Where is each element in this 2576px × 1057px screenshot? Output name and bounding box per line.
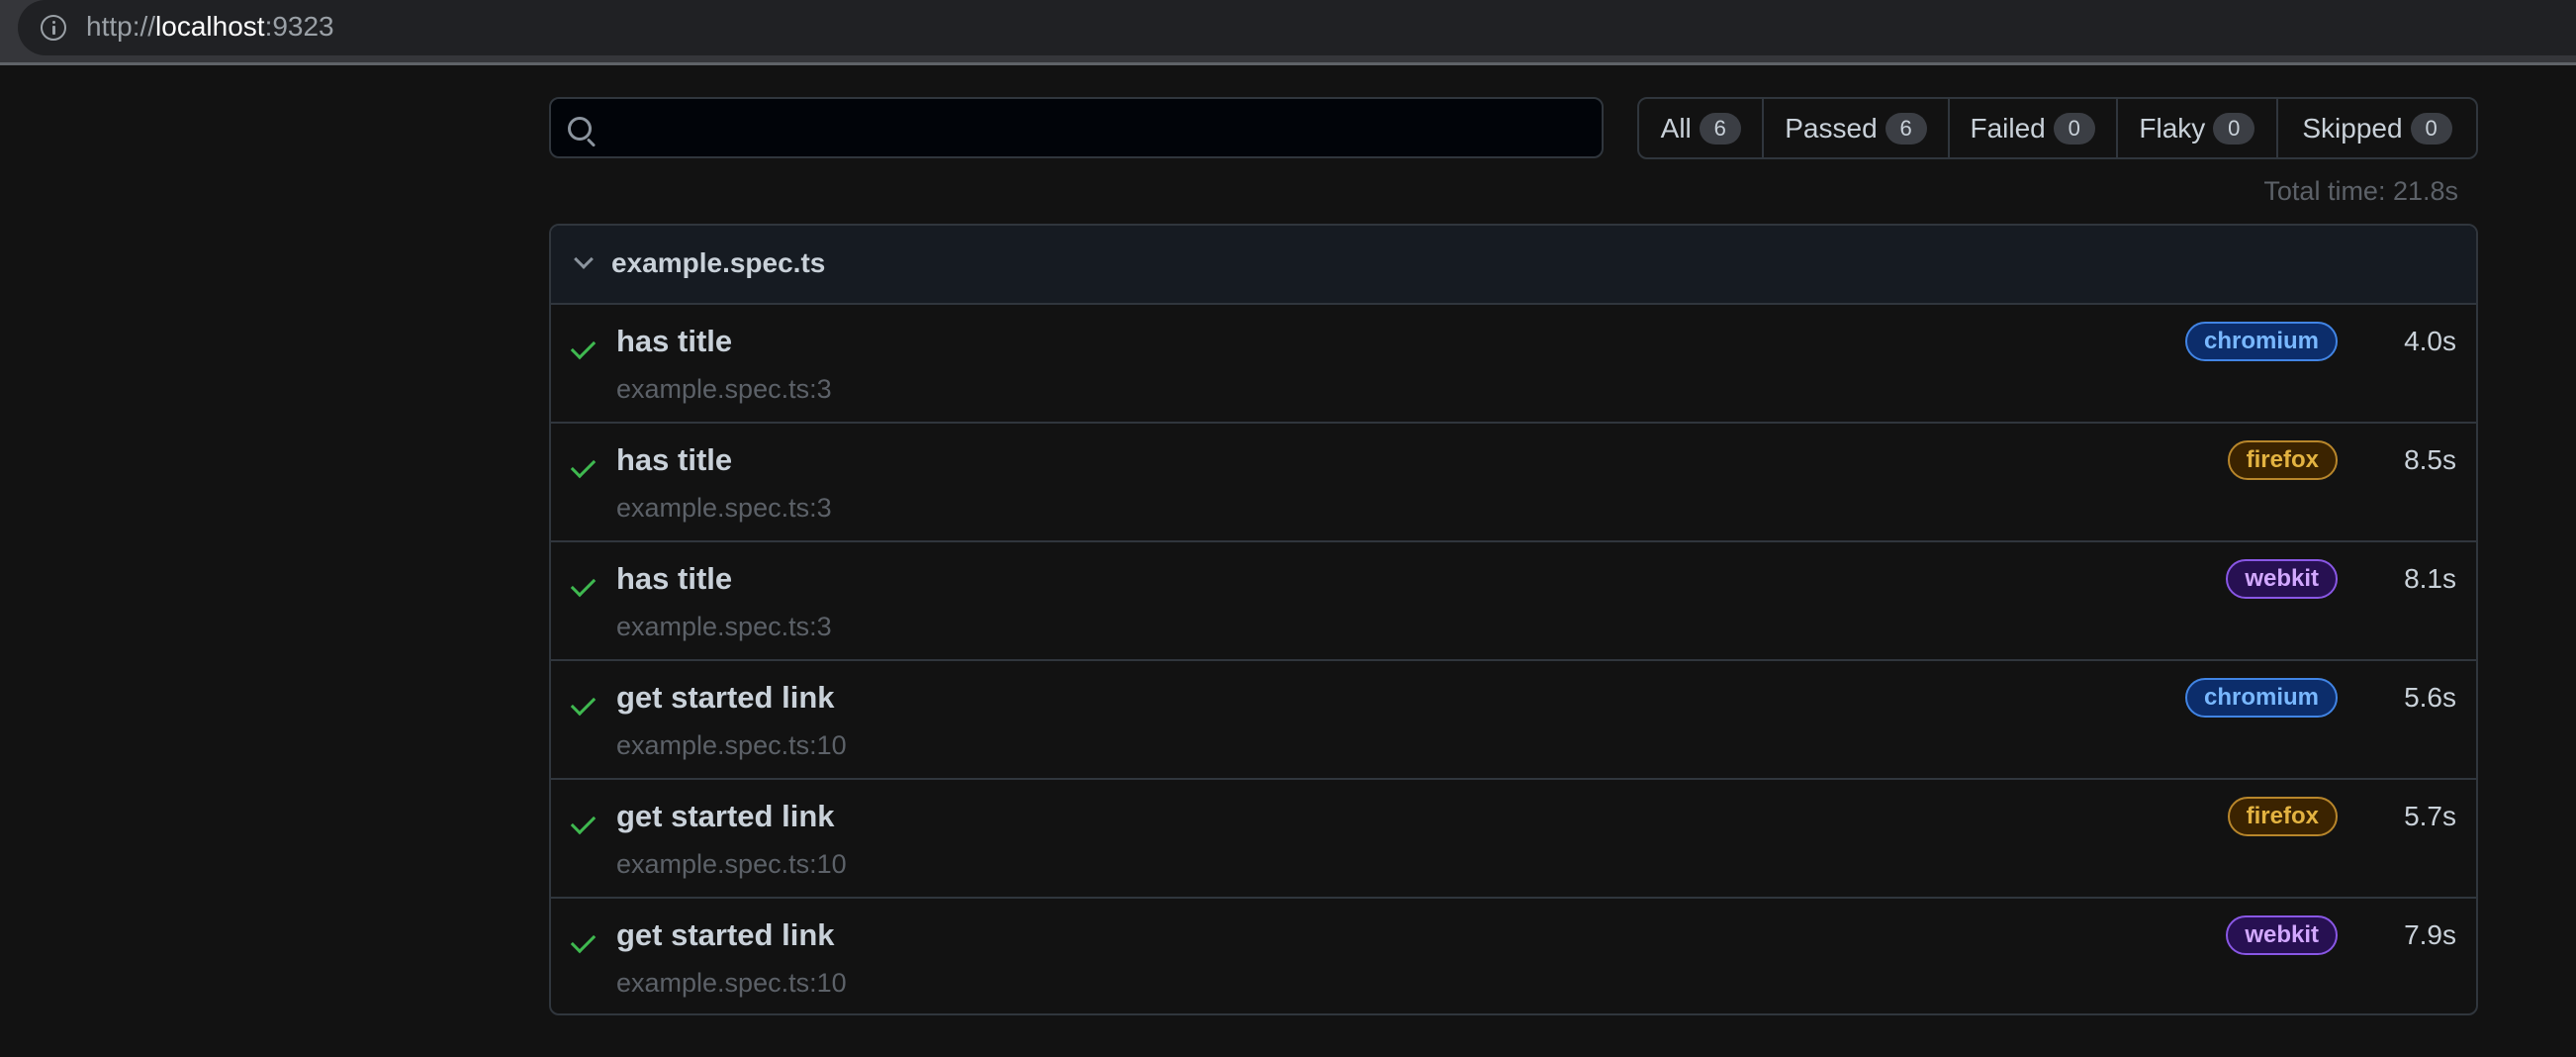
check-icon: [570, 809, 597, 835]
filter-label: Flaky: [2139, 112, 2206, 144]
test-duration: 4.0s: [2404, 326, 2456, 356]
filter-failed[interactable]: Failed 0: [1950, 99, 2118, 157]
test-row[interactable]: has title example.spec.ts:3 webkit 8.1s: [551, 542, 2476, 661]
test-location: example.spec.ts:10: [616, 849, 847, 879]
browser-chrome: http://localhost:9323: [0, 0, 2576, 65]
test-duration: 5.7s: [2404, 801, 2456, 831]
test-title[interactable]: has title: [616, 322, 732, 361]
project-badge[interactable]: webkit: [2226, 915, 2338, 955]
check-icon: [570, 690, 597, 717]
test-title[interactable]: has title: [616, 440, 732, 480]
test-location: example.spec.ts:3: [616, 493, 832, 523]
filter-count: 0: [2410, 112, 2452, 144]
test-title[interactable]: get started link: [616, 678, 835, 718]
chevron-down-icon[interactable]: [574, 249, 594, 269]
test-duration: 7.9s: [2404, 919, 2456, 950]
test-location: example.spec.ts:10: [616, 968, 847, 998]
filter-all[interactable]: All 6: [1639, 99, 1765, 157]
check-icon: [570, 927, 597, 954]
test-location: example.spec.ts:3: [616, 374, 832, 404]
test-row[interactable]: get started link example.spec.ts:10 chro…: [551, 661, 2476, 780]
filter-count: 6: [1699, 112, 1741, 144]
file-name: example.spec.ts: [611, 247, 826, 278]
file-group: example.spec.ts has title example.spec.t…: [549, 224, 2478, 1015]
test-title[interactable]: has title: [616, 559, 732, 599]
url-host: localhost: [155, 11, 265, 42]
filter-label: All: [1660, 112, 1692, 144]
filter-label: Failed: [1970, 112, 2046, 144]
chrome-divider: [0, 62, 2576, 65]
test-row[interactable]: has title example.spec.ts:3 firefox 8.5s: [551, 424, 2476, 542]
test-row[interactable]: get started link example.spec.ts:10 fire…: [551, 780, 2476, 899]
test-title[interactable]: get started link: [616, 797, 835, 836]
project-badge[interactable]: firefox: [2227, 797, 2338, 836]
search-box[interactable]: [549, 97, 1604, 158]
check-icon: [570, 334, 597, 360]
total-time: Total time: 21.8s: [2263, 176, 2458, 206]
test-duration: 8.5s: [2404, 444, 2456, 475]
filter-skipped[interactable]: Skipped 0: [2278, 99, 2476, 157]
test-row[interactable]: get started link example.spec.ts:10 webk…: [551, 899, 2476, 1013]
url-text[interactable]: http://localhost:9323: [86, 10, 334, 44]
search-icon: [568, 117, 592, 141]
filter-label: Passed: [1785, 112, 1878, 144]
info-icon[interactable]: [41, 15, 66, 41]
project-badge[interactable]: chromium: [2184, 322, 2338, 361]
filter-count: 0: [2053, 112, 2095, 144]
status-filter-group: All 6 Passed 6 Failed 0 Flaky 0 Skipped …: [1637, 97, 2478, 159]
project-badge[interactable]: webkit: [2226, 559, 2338, 599]
test-title[interactable]: get started link: [616, 915, 835, 955]
filter-label: Skipped: [2302, 112, 2403, 144]
url-port: :9323: [264, 11, 334, 42]
check-icon: [570, 452, 597, 479]
test-location: example.spec.ts:10: [616, 730, 847, 760]
filter-passed[interactable]: Passed 6: [1764, 99, 1950, 157]
file-header[interactable]: example.spec.ts: [551, 226, 2476, 305]
filter-count: 0: [2213, 112, 2255, 144]
test-duration: 5.6s: [2404, 682, 2456, 713]
test-location: example.spec.ts:3: [616, 612, 832, 641]
test-row[interactable]: has title example.spec.ts:3 chromium 4.0…: [551, 305, 2476, 424]
url-scheme: http://: [86, 11, 156, 42]
project-badge[interactable]: chromium: [2184, 678, 2338, 718]
test-duration: 8.1s: [2404, 563, 2456, 594]
address-bar[interactable]: http://localhost:9323: [18, 0, 2576, 55]
check-icon: [570, 571, 597, 598]
project-badge[interactable]: firefox: [2227, 440, 2338, 480]
filter-count: 6: [1885, 112, 1927, 144]
filter-flaky[interactable]: Flaky 0: [2118, 99, 2278, 157]
search-input[interactable]: [610, 99, 1594, 158]
